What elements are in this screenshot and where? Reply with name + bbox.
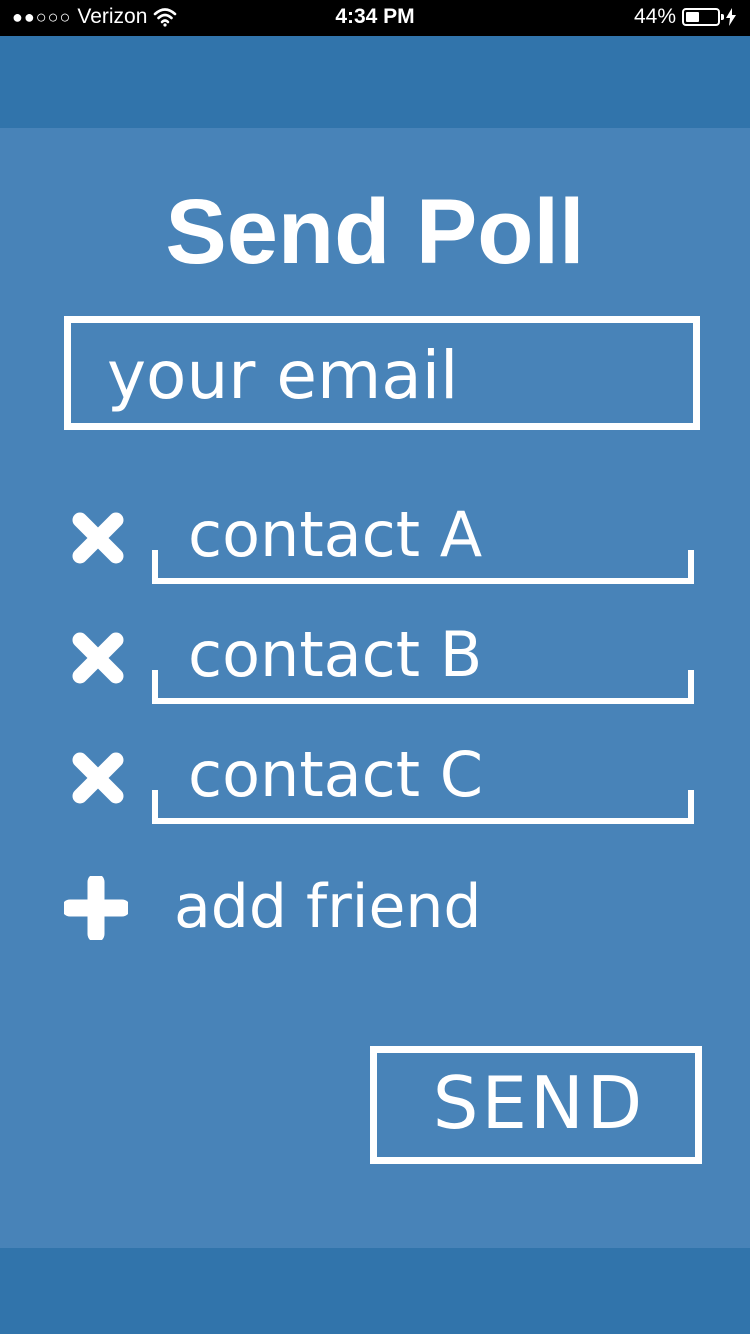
page-title: Send Poll [165,181,585,283]
email-field[interactable] [64,316,700,430]
battery-fill [686,12,699,22]
battery-percent: 44% [633,5,676,28]
field-edge-mask [152,500,158,550]
contact-field[interactable] [152,616,694,704]
battery-tip [721,14,724,20]
contact-row [0,736,750,840]
field-edge-mask [688,740,694,790]
contact-field[interactable] [152,496,694,584]
close-icon[interactable] [70,510,126,566]
footer-band [0,1248,750,1334]
close-icon[interactable] [70,630,126,686]
close-icon[interactable] [70,750,126,806]
contact-field[interactable] [152,736,694,824]
status-bar: ●●○○○ Verizon 4:34 PM 44% [0,0,750,36]
plus-icon [64,876,128,940]
field-edge-mask [152,620,158,670]
email-input[interactable] [107,337,667,413]
header-band [0,36,750,128]
field-edge-mask [688,500,694,550]
contact-row [0,496,750,600]
status-right: 44% [634,5,736,29]
bolt-icon [726,8,736,26]
field-edge-mask [152,740,158,790]
contact-input[interactable] [188,616,668,692]
contact-row [0,616,750,720]
battery-icon [682,8,724,26]
add-friend-button[interactable]: add friend [60,872,520,952]
contact-input[interactable] [188,736,668,812]
contact-input[interactable] [188,496,668,572]
field-edge-mask [688,620,694,670]
send-button[interactable]: SEND [370,1046,702,1164]
add-friend-label: add friend [174,872,482,942]
